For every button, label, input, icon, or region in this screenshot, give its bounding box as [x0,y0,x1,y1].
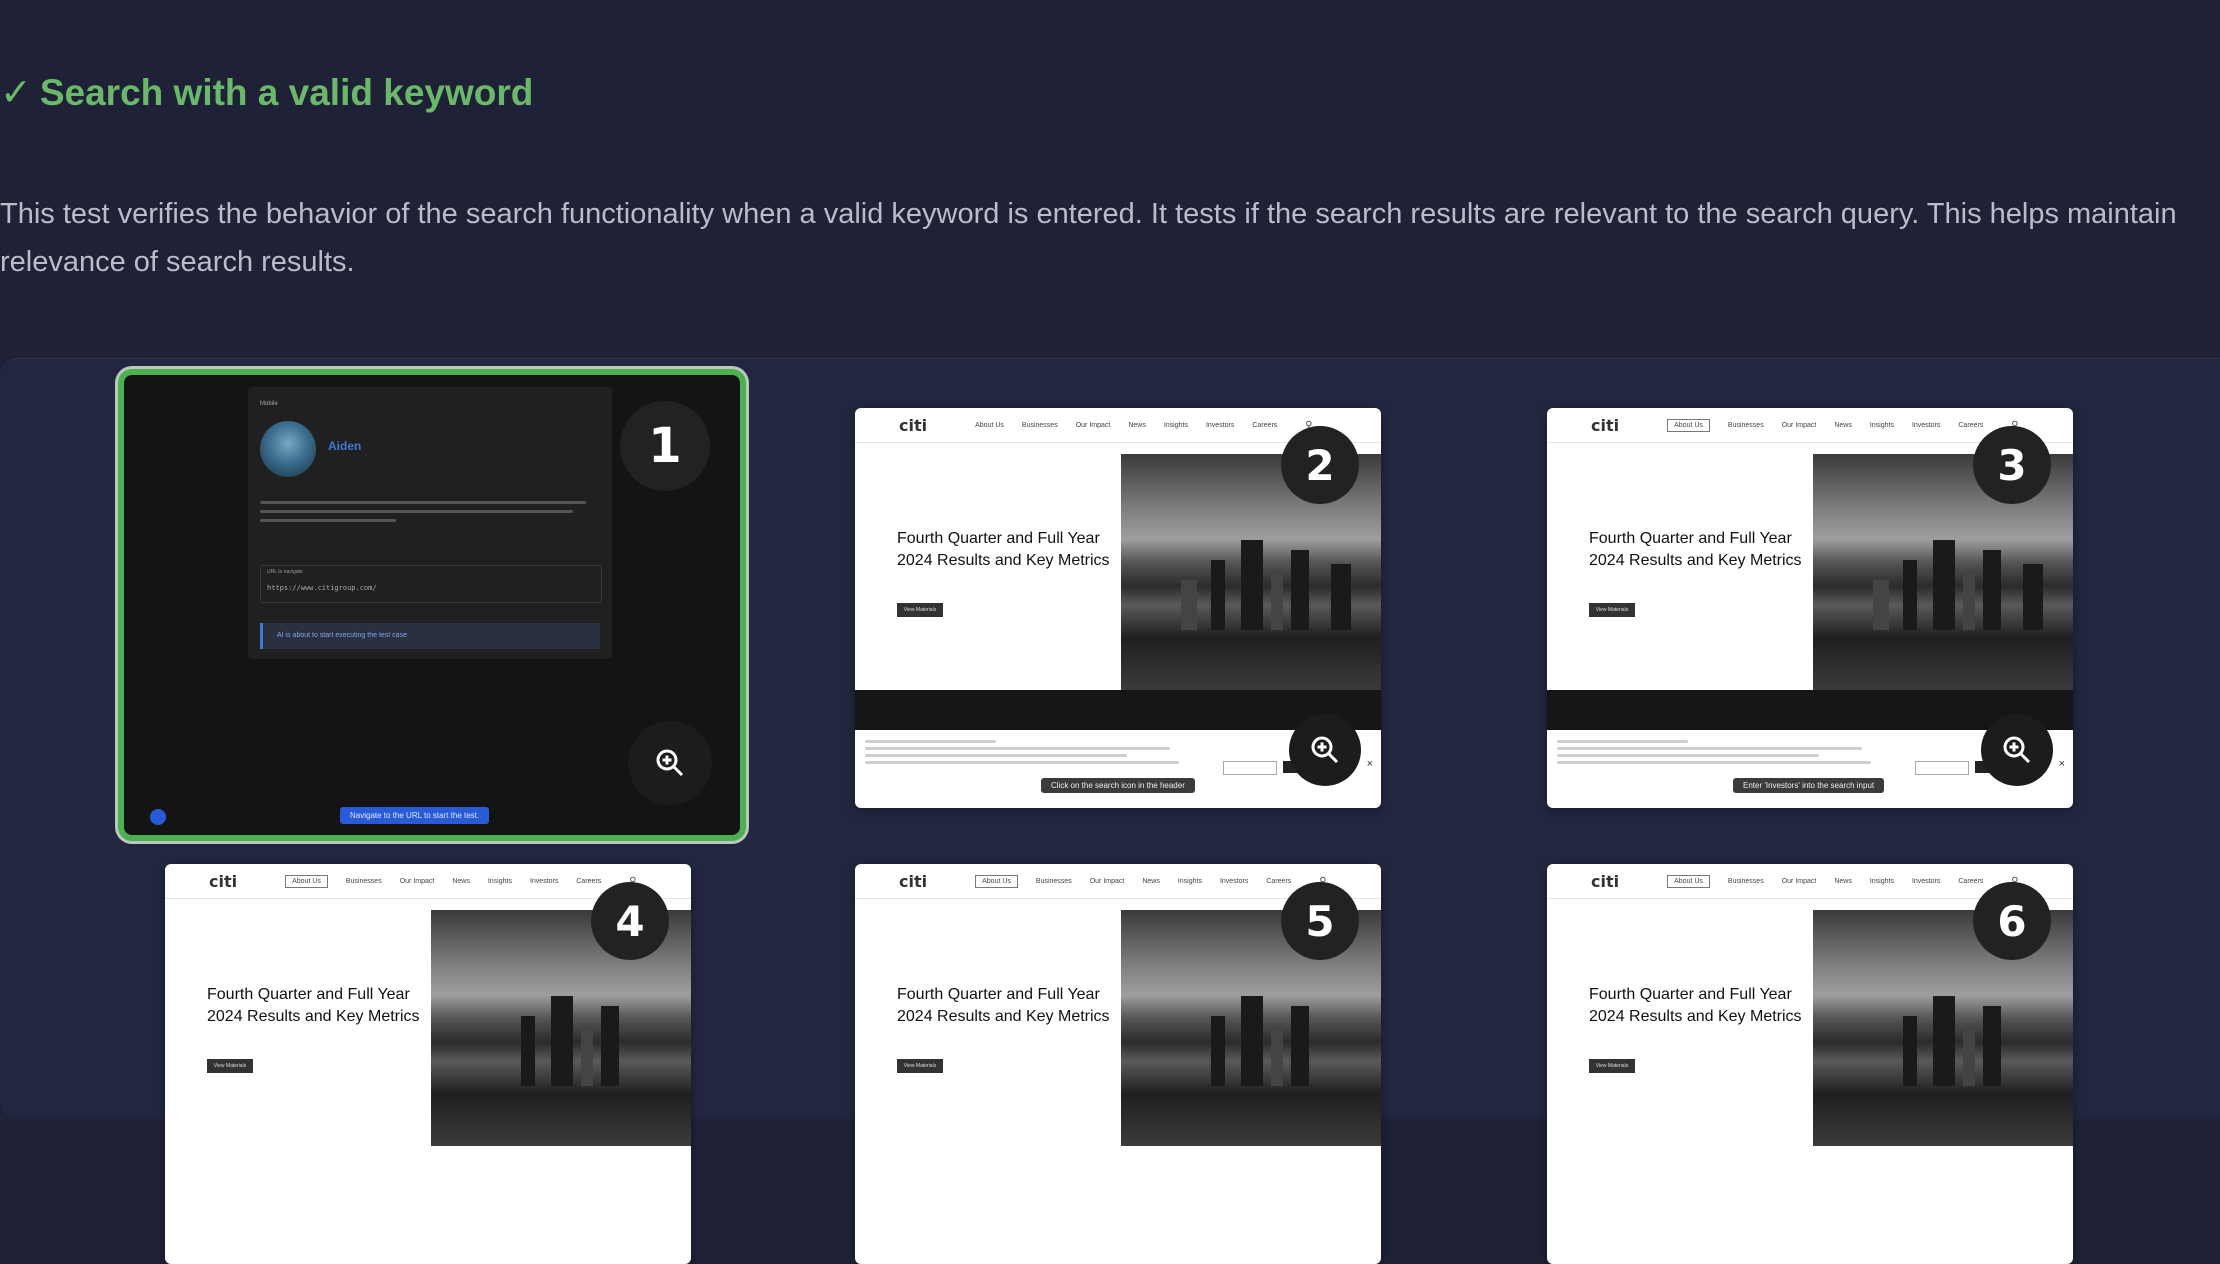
step-thumbnail-6[interactable]: citi About Us Businesses Our Impact News… [1547,864,2073,1264]
nav-item: News [452,877,470,885]
step-thumbnail-1[interactable]: Mobile Aiden URL to navigate https://www… [118,369,746,841]
step-number: 4 [615,896,645,946]
step-action-label: Navigate to the URL to start the test. [340,807,490,824]
url-field-value: https://www.citigroup.com/ [267,584,377,592]
step-thumbnail-5[interactable]: citi About Us Businesses Our Impact News… [855,864,1381,1264]
step-number-badge: 6 [1973,882,2051,960]
nav-item: Insights [1163,421,1188,429]
nav-item: News [1142,877,1160,885]
hero-title: Fourth Quarter and Full Year 2024 Result… [207,986,420,1025]
nav-item: Investors [1219,877,1249,885]
step-number-badge: 2 [1281,426,1359,504]
brand-label: Mobile [260,401,278,407]
nav-item: Insights [487,877,512,885]
nav-item: About Us [285,874,328,888]
step-number: 2 [1305,440,1335,490]
agent-panel: Mobile Aiden URL to navigate https://www… [248,387,612,659]
info-dot-icon [150,809,166,825]
nav-item: Our Impact [1781,421,1817,429]
nav-item: Businesses [1021,421,1058,429]
screenshot-gallery: Mobile Aiden URL to navigate https://www… [0,358,2220,1264]
status-message: AI is about to start executing the test … [260,623,600,649]
nav-item: About Us [1667,874,1710,888]
agent-name: Aiden [328,439,362,453]
hero-title: Fourth Quarter and Full Year 2024 Result… [1589,986,1802,1025]
nav-item: About Us [975,421,1004,429]
nav-item: Businesses [1727,877,1764,885]
agent-description-preview [260,495,600,528]
step-thumbnail-3[interactable]: citi About Us Businesses Our Impact News… [1547,408,2073,808]
citi-logo: citi [899,871,928,891]
checkmark-icon: ✓ [0,72,32,114]
close-icon: × [1366,758,1373,770]
nav-item: Careers [1958,877,1984,885]
nav-item: Our Impact [1089,877,1125,885]
nav-item: Our Impact [1781,877,1817,885]
zoom-in-icon[interactable] [628,721,712,805]
citi-logo: citi [899,415,928,435]
nav-item: Insights [1869,877,1894,885]
hero-button: View Materials [1589,1059,1635,1073]
url-field-label: URL to navigate [267,569,303,575]
nav-item: Investors [1911,877,1941,885]
step-number: 5 [1305,896,1335,946]
step-number-badge: 4 [591,882,669,960]
nav-item: Investors [1205,421,1235,429]
citi-logo: citi [209,871,238,891]
nav-item: Insights [1177,877,1202,885]
nav-item: News [1128,421,1146,429]
nav-item: Businesses [1727,421,1764,429]
nav-item: About Us [1667,418,1710,432]
hero-button: View Materials [207,1059,253,1073]
step-number-badge: 3 [1973,426,2051,504]
nav-item: Insights [1869,421,1894,429]
zoom-in-icon[interactable] [1981,714,2053,786]
close-icon: × [2058,758,2065,770]
nav-item: Careers [576,877,602,885]
test-case-description: This test verifies the behavior of the s… [0,198,2177,278]
hero-title: Fourth Quarter and Full Year 2024 Result… [1589,530,1802,569]
test-case-title: ✓ Search with a valid keyword [0,70,533,115]
nav-item: Investors [529,877,559,885]
nav-item: Businesses [1035,877,1072,885]
nav-item: News [1834,421,1852,429]
citi-logo: citi [1591,871,1620,891]
step-number: 6 [1997,896,2027,946]
nav-item: Our Impact [399,877,435,885]
step-action-tooltip: Enter 'Investors' into the search input [1733,778,1885,793]
avatar [260,421,316,477]
nav-item: Investors [1911,421,1941,429]
nav-item: About Us [975,874,1018,888]
hero-title: Fourth Quarter and Full Year 2024 Result… [897,530,1110,569]
url-field: URL to navigate https://www.citigroup.co… [260,565,602,603]
step-thumbnail-2[interactable]: citi About Us Businesses Our Impact News… [855,408,1381,808]
nav-item: Careers [1958,421,1984,429]
step-number: 1 [648,418,682,474]
nav-item: Our Impact [1075,421,1111,429]
step-number: 3 [1997,440,2027,490]
zoom-in-icon[interactable] [1289,714,1361,786]
hero-button: View Materials [897,603,943,617]
step-number-badge: 5 [1281,882,1359,960]
step-number-badge: 1 [620,401,710,491]
hero-button: View Materials [897,1059,943,1073]
nav-item: Careers [1252,421,1278,429]
citi-logo: citi [1591,415,1620,435]
step-thumbnail-4[interactable]: citi About Us Businesses Our Impact News… [165,864,691,1264]
nav-item: Businesses [345,877,382,885]
hero-button: View Materials [1589,603,1635,617]
hero-title: Fourth Quarter and Full Year 2024 Result… [897,986,1110,1025]
nav-item: News [1834,877,1852,885]
step-action-tooltip: Click on the search icon in the header [1041,778,1195,793]
test-case-title-text: Search with a valid keyword [39,71,534,113]
nav-item: Careers [1266,877,1292,885]
